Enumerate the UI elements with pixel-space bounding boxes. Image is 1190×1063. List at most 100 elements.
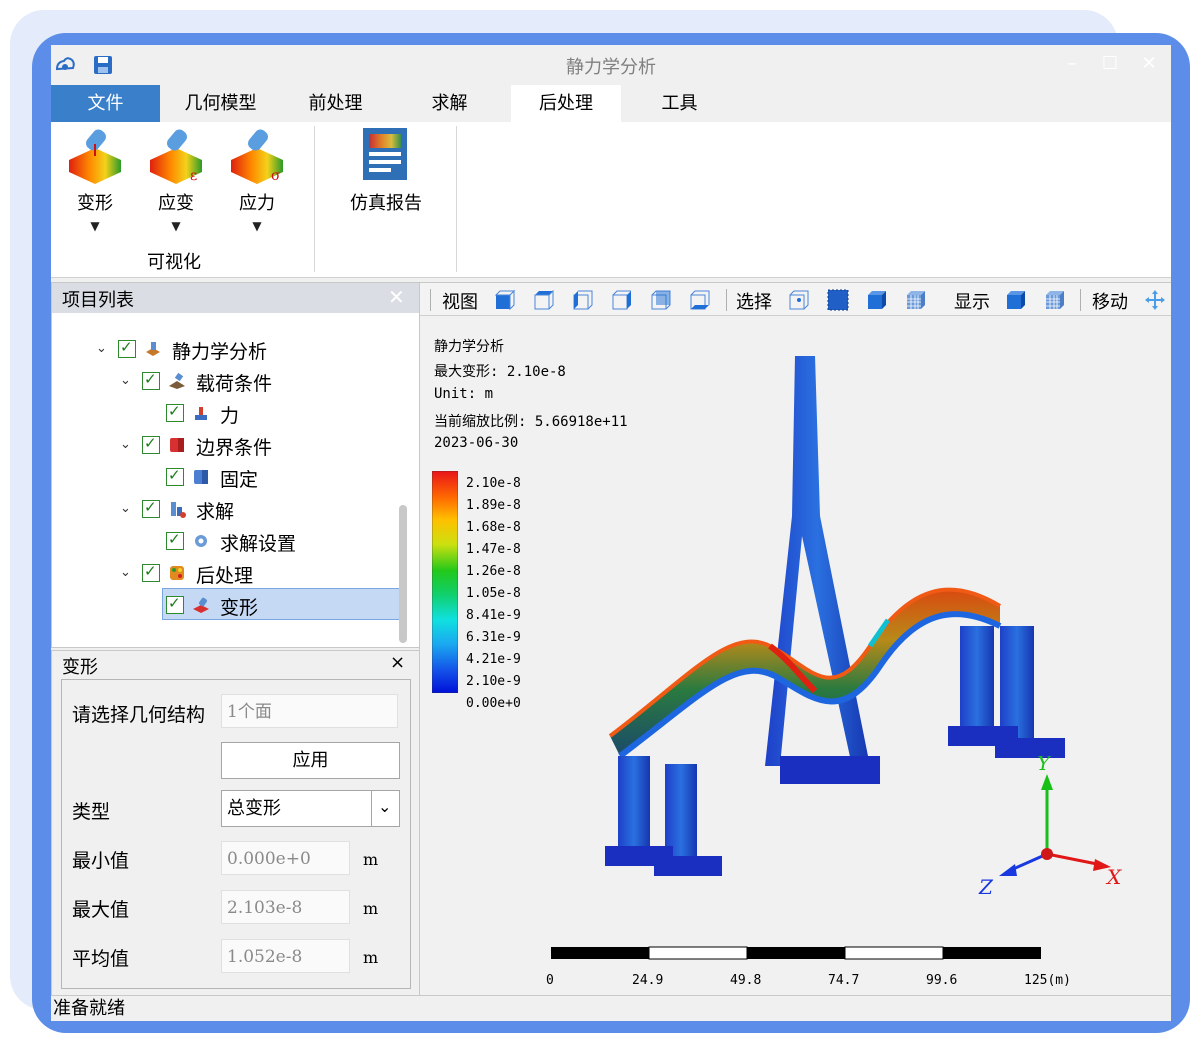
legend-label: 1.26e-8 bbox=[466, 564, 521, 579]
properties-form: 请选择几何结构 1个面 应用 类型 总变形 ⌄ 最小值 0.000e+0 m 最… bbox=[61, 679, 411, 989]
checkbox-root[interactable] bbox=[118, 338, 136, 358]
tree-item-fixed[interactable]: 固定 bbox=[166, 463, 396, 493]
project-panel-close-icon[interactable]: ✕ bbox=[388, 285, 405, 309]
properties-close-icon[interactable]: × bbox=[390, 652, 405, 673]
axis-origin bbox=[1041, 848, 1053, 860]
report-button[interactable]: 仿真报告 bbox=[341, 126, 431, 215]
stress-button[interactable]: σ 应力 ▼ bbox=[227, 126, 287, 233]
scale-label: 0 bbox=[546, 973, 554, 988]
ribbon-separator bbox=[314, 126, 315, 272]
tree-item-root[interactable]: ⌄ 静力学分析 bbox=[96, 335, 396, 365]
chevron-down-icon[interactable]: ⌄ bbox=[120, 437, 131, 452]
view-left-icon[interactable] bbox=[572, 289, 594, 311]
stress-dropdown-arrow[interactable]: ▼ bbox=[227, 219, 287, 233]
checkbox-solve[interactable] bbox=[142, 498, 160, 518]
force-icon bbox=[195, 407, 207, 420]
ribbon-tabs: 文件 几何模型 前处理 求解 后处理 工具 bbox=[51, 85, 1171, 122]
tab-postprocess[interactable]: 后处理 bbox=[511, 85, 621, 122]
move-arrows-icon[interactable] bbox=[1144, 289, 1166, 311]
tree-item-force[interactable]: 力 bbox=[166, 399, 396, 429]
tree-scrollbar[interactable] bbox=[399, 505, 407, 643]
checkbox-fixed[interactable] bbox=[166, 466, 184, 486]
properties-panel: 变形 × 请选择几何结构 1个面 应用 类型 总变形 ⌄ 最小值 0.000e+… bbox=[51, 650, 421, 997]
max-unit: m bbox=[363, 899, 379, 918]
chevron-down-icon[interactable]: ⌄ bbox=[378, 789, 391, 824]
close-window-button[interactable]: ✕ bbox=[1136, 51, 1162, 77]
checkbox-deform[interactable] bbox=[166, 594, 184, 614]
tree-item-deform[interactable]: 变形 bbox=[166, 591, 396, 621]
view-back-icon[interactable] bbox=[650, 289, 672, 311]
select-vertex-icon[interactable] bbox=[788, 289, 810, 311]
tree-item-bounds[interactable]: ⌄ 边界条件 bbox=[120, 431, 400, 461]
tree-item-solve-settings[interactable]: 求解设置 bbox=[166, 527, 396, 557]
select-mesh-icon[interactable] bbox=[905, 289, 927, 311]
info-title: 静力学分析 bbox=[434, 339, 504, 355]
avg-unit: m bbox=[363, 948, 379, 967]
geometry-field[interactable]: 1个面 bbox=[221, 694, 398, 728]
chevron-down-icon[interactable]: ⌄ bbox=[120, 373, 131, 388]
svg-text:σ: σ bbox=[271, 168, 281, 184]
pier bbox=[618, 756, 650, 856]
checkbox-force[interactable] bbox=[166, 402, 184, 422]
strain-dropdown-arrow[interactable]: ▼ bbox=[146, 219, 206, 233]
deform-small-icon bbox=[193, 597, 209, 613]
tree-item-solve[interactable]: ⌄ 求解 bbox=[120, 495, 400, 525]
checkbox-loads[interactable] bbox=[142, 370, 160, 390]
chevron-down-icon[interactable]: ⌄ bbox=[96, 341, 107, 356]
type-select[interactable]: 总变形 ⌄ bbox=[221, 790, 400, 827]
scale-label: 74.7 bbox=[828, 973, 860, 988]
fixed-icon bbox=[194, 470, 208, 484]
checkbox-solve-settings[interactable] bbox=[166, 530, 184, 550]
maximize-button[interactable]: ☐ bbox=[1097, 51, 1123, 77]
avg-label: 平均值 bbox=[72, 948, 130, 970]
color-legend-bar bbox=[432, 471, 458, 693]
tower-base bbox=[780, 756, 880, 784]
toolbar-separator bbox=[1080, 289, 1081, 311]
x-axis-label: X bbox=[1105, 865, 1122, 889]
3d-viewport[interactable]: 静力学分析 最大变形: 2.10e-8 Unit: m 当前缩放比例: 5.66… bbox=[420, 316, 1171, 996]
gear-icon bbox=[195, 535, 207, 547]
max-value-field[interactable]: 2.103e-8 bbox=[221, 890, 350, 924]
tab-tools[interactable]: 工具 bbox=[627, 85, 732, 122]
view-front-icon[interactable] bbox=[494, 289, 516, 311]
tab-geometry[interactable]: 几何模型 bbox=[168, 85, 273, 122]
tab-solve[interactable]: 求解 bbox=[397, 85, 502, 122]
strain-button[interactable]: ε 应变 ▼ bbox=[146, 126, 206, 233]
avg-value-field[interactable]: 1.052e-8 bbox=[221, 939, 350, 973]
select-face-icon[interactable] bbox=[827, 289, 849, 311]
max-label: 最大值 bbox=[72, 899, 130, 921]
minimize-button[interactable]: – bbox=[1059, 51, 1085, 77]
deform-dropdown-arrow[interactable]: ▼ bbox=[65, 219, 125, 233]
view-right-icon[interactable] bbox=[611, 289, 633, 311]
tab-preprocess[interactable]: 前处理 bbox=[283, 85, 388, 122]
axis-triad: Y X Z bbox=[978, 756, 1122, 896]
min-value-field[interactable]: 0.000e+0 bbox=[221, 841, 350, 875]
svg-text:ε: ε bbox=[190, 168, 197, 184]
view-bottom-icon[interactable] bbox=[689, 289, 711, 311]
tree-item-post[interactable]: ⌄ 后处理 bbox=[120, 559, 400, 589]
apply-button[interactable]: 应用 bbox=[221, 742, 400, 779]
stress-icon: σ bbox=[231, 129, 283, 184]
title-bar: 静力学分析 – ☐ ✕ bbox=[51, 45, 1171, 85]
view-top-icon[interactable] bbox=[533, 289, 555, 311]
viewer-toolbar: 视图 选择 显示 移动 bbox=[420, 283, 1171, 316]
checkbox-bounds[interactable] bbox=[142, 434, 160, 454]
strain-label: 应变 bbox=[158, 193, 194, 214]
tree-item-loads[interactable]: ⌄ 载荷条件 bbox=[120, 367, 400, 397]
window-title: 静力学分析 bbox=[566, 57, 656, 78]
checkbox-post[interactable] bbox=[142, 562, 160, 582]
toolbar-separator bbox=[726, 289, 727, 311]
select-body-icon[interactable] bbox=[866, 289, 888, 311]
display-solid-icon[interactable] bbox=[1005, 289, 1027, 311]
chevron-down-icon[interactable]: ⌄ bbox=[120, 565, 131, 580]
status-bar: 准备就绪 bbox=[51, 995, 1171, 1021]
ribbon-separator-2 bbox=[456, 126, 457, 272]
project-panel-title: 项目列表 bbox=[62, 290, 134, 311]
legend-label: 8.41e-9 bbox=[466, 608, 521, 623]
legend-label: 2.10e-8 bbox=[466, 476, 521, 491]
chevron-down-icon[interactable]: ⌄ bbox=[120, 501, 131, 516]
deform-button[interactable]: 变形 ▼ bbox=[65, 126, 125, 233]
tab-file[interactable]: 文件 bbox=[51, 85, 160, 122]
display-mesh-icon[interactable] bbox=[1044, 289, 1066, 311]
pier-base bbox=[995, 738, 1065, 758]
